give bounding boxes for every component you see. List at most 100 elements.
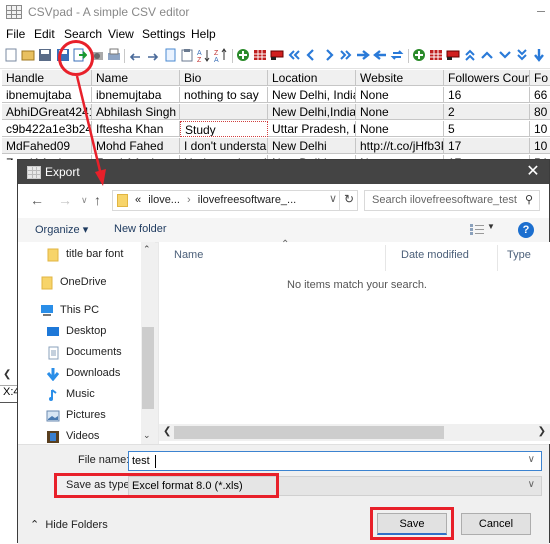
forward-arrow-icon[interactable]: →: [58, 192, 72, 208]
menu-help[interactable]: Help: [191, 27, 216, 41]
search-input[interactable]: Search ilovefreesoftware_test ⚲: [364, 190, 540, 211]
new-folder-button[interactable]: New folder: [114, 223, 167, 235]
column-header-date-modified[interactable]: Date modified: [401, 249, 469, 261]
search-icon[interactable]: ⚲: [525, 193, 533, 206]
column-header[interactable]: Handle: [2, 70, 92, 86]
address-dropdown-icon[interactable]: ∨: [329, 192, 337, 205]
grid-icon[interactable]: [253, 48, 267, 62]
column-header-name[interactable]: Name: [174, 249, 203, 261]
refresh-icon[interactable]: [390, 48, 404, 62]
bottom-icon[interactable]: [515, 48, 529, 62]
table-cell[interactable]: None: [356, 87, 444, 103]
organize-button[interactable]: Organize ▾: [35, 223, 88, 236]
next-icon[interactable]: [322, 48, 336, 62]
help-icon[interactable]: ?: [518, 222, 534, 238]
table-cell[interactable]: New Delhi,India: [268, 104, 356, 120]
save-icon[interactable]: [38, 48, 52, 62]
sort-descending-icon[interactable]: ZA: [214, 48, 228, 62]
table-cell[interactable]: None: [356, 121, 444, 137]
table-cell[interactable]: 66: [530, 87, 550, 103]
back-arrow-icon[interactable]: ←: [30, 192, 44, 208]
first-icon[interactable]: [287, 48, 301, 62]
delete-row-icon[interactable]: [270, 48, 284, 62]
last-icon[interactable]: [339, 48, 353, 62]
left-arrow-icon[interactable]: [373, 48, 387, 62]
scroll-left-icon[interactable]: ❮: [163, 426, 171, 437]
scroll-right-icon[interactable]: ❯: [538, 426, 546, 437]
table-cell[interactable]: New Delhi: [268, 138, 356, 154]
table-cell[interactable]: ibnemujtaba: [2, 87, 92, 103]
open-folder-icon[interactable]: [21, 48, 35, 62]
copy-icon[interactable]: [163, 48, 177, 62]
hide-folders-button[interactable]: ⌃ Hide Folders: [30, 518, 108, 531]
table-cell[interactable]: 17: [444, 138, 530, 154]
column-header[interactable]: Bio: [180, 70, 268, 86]
navigation-pane-scrollbar[interactable]: ⌃ ⌄: [141, 242, 155, 444]
print-preview-icon[interactable]: [90, 48, 104, 62]
cancel-button[interactable]: Cancel: [461, 513, 531, 535]
menu-edit[interactable]: Edit: [34, 27, 55, 41]
scrollbar-thumb[interactable]: [142, 327, 154, 409]
save-as-type-select[interactable]: Excel format 8.0 (*.xls) ∨: [128, 476, 542, 496]
menu-search[interactable]: Search: [64, 27, 102, 41]
table-cell[interactable]: ibnemujtaba: [92, 87, 180, 103]
view-dropdown-icon[interactable]: ▼: [487, 222, 495, 231]
table-cell[interactable]: AbhiDGreat4241: [2, 104, 92, 120]
add-column-icon[interactable]: [412, 48, 426, 62]
column-header-type[interactable]: Type: [507, 249, 531, 261]
table-cell[interactable]: c9b422a1e3b242: [2, 121, 92, 137]
export-icon[interactable]: [73, 48, 87, 62]
table-icon[interactable]: [429, 48, 443, 62]
scroll-up-icon[interactable]: ⌃: [143, 244, 151, 255]
paste-icon[interactable]: [180, 48, 194, 62]
close-button[interactable]: ✕: [523, 162, 543, 182]
file-name-input[interactable]: test ∨: [128, 451, 542, 471]
address-bar[interactable]: « ilove... › ilovefreesoftware_... ∨ ↻: [112, 190, 358, 211]
column-header[interactable]: Followers Count: [444, 70, 530, 86]
down-icon[interactable]: [498, 48, 512, 62]
table-cell[interactable]: 80: [530, 104, 550, 120]
table-cell[interactable]: Iftesha Khan: [92, 121, 180, 137]
table-cell[interactable]: 16: [444, 87, 530, 103]
delete-column-icon[interactable]: [446, 48, 460, 62]
table-cell[interactable]: 10: [530, 138, 550, 154]
sort-ascending-icon[interactable]: AZ: [197, 48, 211, 62]
table-cell[interactable]: New Delhi, India: [268, 87, 356, 103]
table-cell[interactable]: I don't understan: [180, 138, 268, 154]
column-header[interactable]: Location: [268, 70, 356, 86]
breadcrumb-item[interactable]: ilovefreesoftware_...: [198, 194, 296, 206]
column-header[interactable]: Fo: [530, 70, 550, 86]
table-cell[interactable]: MdFahed09: [2, 138, 92, 154]
menu-view[interactable]: View: [108, 27, 134, 41]
column-header[interactable]: Website: [356, 70, 444, 86]
add-row-icon[interactable]: [236, 48, 250, 62]
save-button[interactable]: Save: [377, 513, 447, 535]
recent-locations-chevron-icon[interactable]: ∨: [81, 195, 88, 206]
print-icon[interactable]: [107, 48, 121, 62]
table-cell[interactable]: 2: [444, 104, 530, 120]
table-cell[interactable]: 10: [530, 121, 550, 137]
file-list-horizontal-scrollbar[interactable]: ❮ ❯: [159, 424, 550, 441]
table-cell[interactable]: None: [356, 104, 444, 120]
breadcrumb-overflow[interactable]: «: [135, 194, 141, 206]
previous-icon[interactable]: [304, 48, 318, 62]
table-cell[interactable]: http://t.co/jHfb3F: [356, 138, 444, 154]
undo-icon[interactable]: [128, 48, 142, 62]
top-icon[interactable]: [463, 48, 477, 62]
redo-icon[interactable]: [146, 48, 160, 62]
menu-settings[interactable]: Settings: [142, 27, 185, 41]
table-cell[interactable]: nothing to say: [180, 87, 268, 103]
table-cell[interactable]: Study: [180, 121, 268, 137]
save-as-icon[interactable]: [56, 48, 70, 62]
menu-file[interactable]: File: [6, 27, 25, 41]
column-header[interactable]: Name: [92, 70, 180, 86]
table-cell[interactable]: Mohd Fahed: [92, 138, 180, 154]
up-icon[interactable]: [480, 48, 494, 62]
right-arrow-icon[interactable]: [356, 48, 370, 62]
table-cell[interactable]: Abhilash Singh: [92, 104, 180, 120]
breadcrumb-item[interactable]: ilove...: [148, 194, 180, 206]
scroll-down-icon[interactable]: [532, 48, 546, 62]
table-cell[interactable]: Uttar Pradesh, Ir: [268, 121, 356, 137]
minimize-button[interactable]: [533, 3, 549, 19]
scroll-down-icon[interactable]: ⌄: [143, 430, 151, 441]
